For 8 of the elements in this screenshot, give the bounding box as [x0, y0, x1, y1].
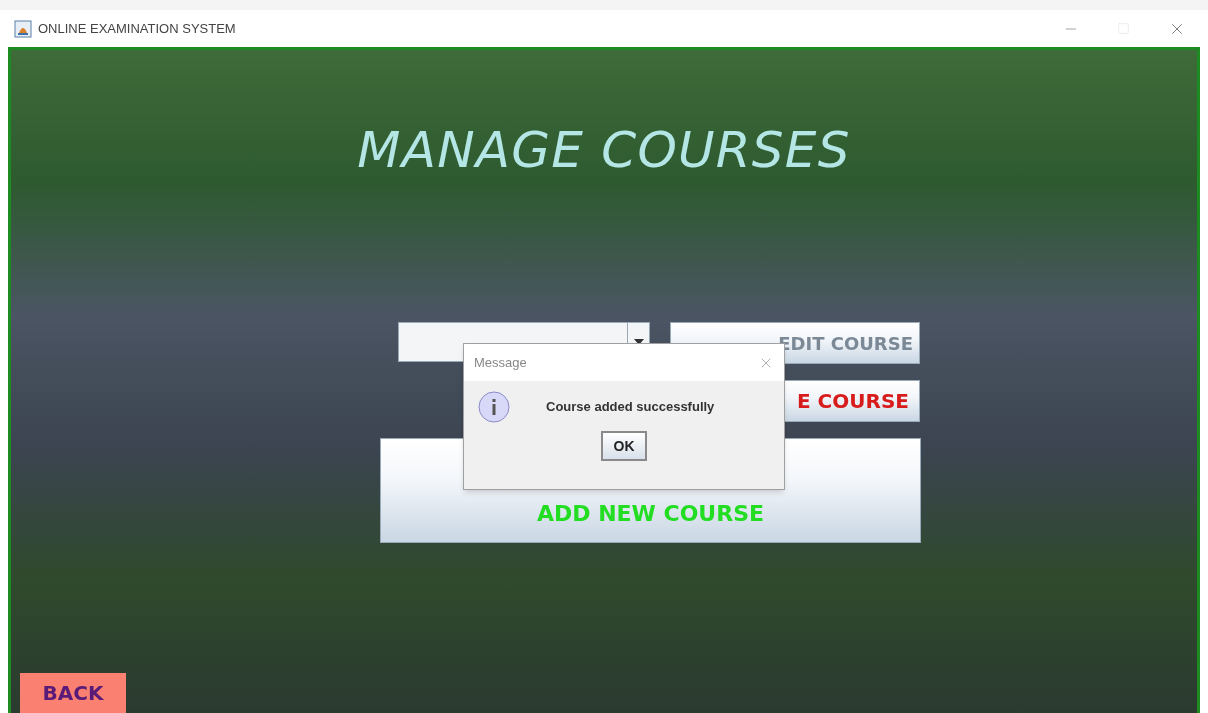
app-icon — [14, 19, 32, 38]
window-title: ONLINE EXAMINATION SYSTEM — [38, 19, 236, 38]
info-icon — [478, 391, 510, 423]
ok-button[interactable]: OK — [601, 431, 647, 461]
page-heading: MANAGE COURSES — [357, 120, 851, 180]
maximize-icon[interactable] — [1117, 22, 1130, 35]
dialog-title: Message — [474, 353, 527, 372]
back-button[interactable]: BACK — [20, 673, 126, 713]
